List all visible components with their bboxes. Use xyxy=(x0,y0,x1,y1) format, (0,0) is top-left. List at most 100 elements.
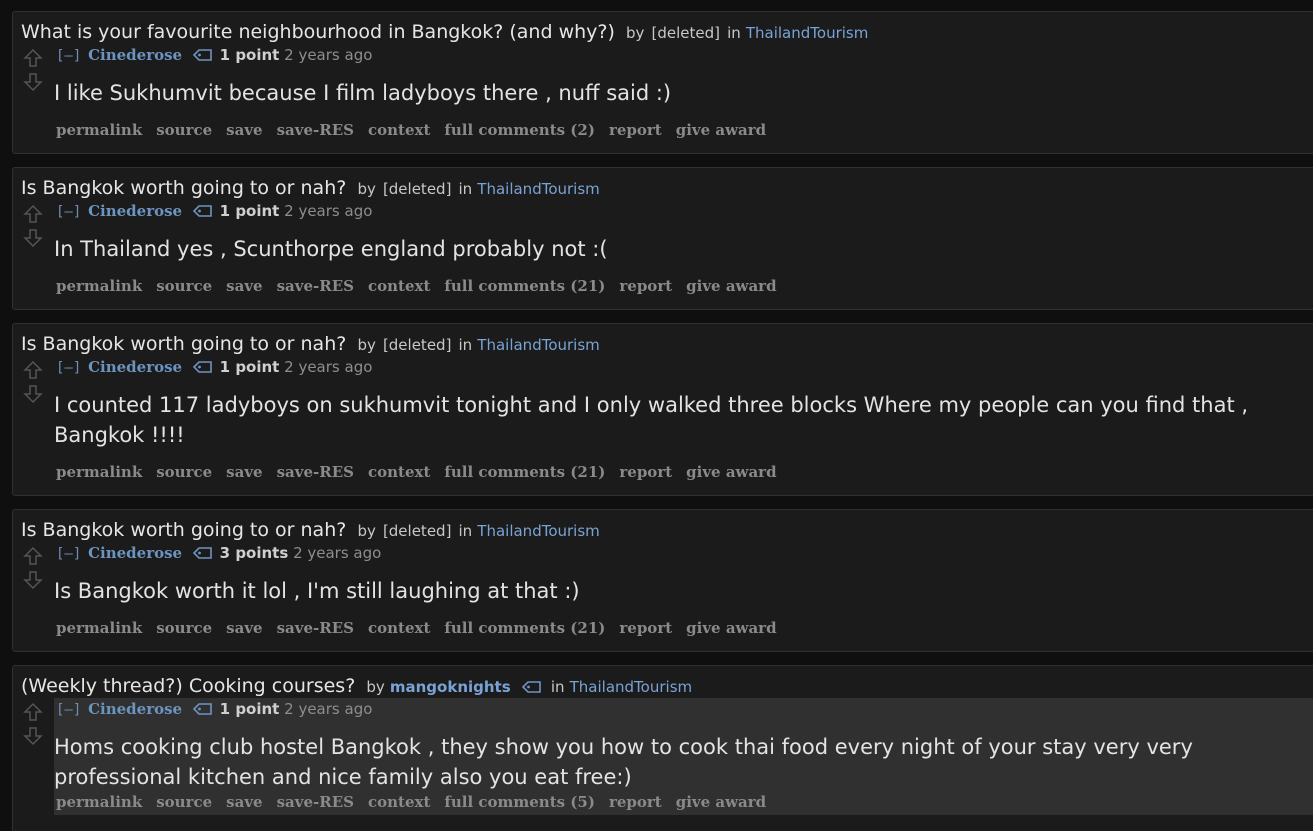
subreddit-link[interactable]: ThailandTourism xyxy=(746,24,868,42)
report-button[interactable]: report xyxy=(619,619,672,637)
comment-score: 1 point xyxy=(219,202,280,220)
thread-title-link[interactable]: (Weekly thread?) Cooking courses? xyxy=(21,675,355,697)
source-button[interactable]: source xyxy=(156,463,212,481)
in-label: in xyxy=(458,180,473,198)
save-res-button[interactable]: save-RES xyxy=(277,793,354,811)
source-button[interactable]: source xyxy=(156,277,212,295)
collapse-toggle[interactable]: [–] xyxy=(56,360,81,376)
comment: [–] Cinederose 3 points 2 years ago Is B… xyxy=(54,542,1313,651)
comment-entry: Is Bangkok worth going to or nah? by [de… xyxy=(12,323,1313,496)
comment-score: 1 point xyxy=(219,358,280,376)
save-button[interactable]: save xyxy=(226,277,262,295)
thread-op[interactable]: mangoknights xyxy=(390,678,511,696)
give-award-button[interactable]: give award xyxy=(676,121,766,139)
in-label: in xyxy=(550,678,565,696)
context-button[interactable]: context xyxy=(368,619,430,637)
collapse-toggle[interactable]: [–] xyxy=(56,48,81,64)
save-button[interactable]: save xyxy=(226,463,262,481)
full-comments-button[interactable]: full comments (21) xyxy=(444,619,605,637)
comment-entry: Is Bangkok worth going to or nah? by [de… xyxy=(12,167,1313,310)
thread-title-link[interactable]: What is your favourite neighbourhood in … xyxy=(21,21,615,43)
save-res-button[interactable]: save-RES xyxy=(277,277,354,295)
upvote-arrow-icon[interactable] xyxy=(23,204,43,224)
upvote-arrow-icon[interactable] xyxy=(23,48,43,68)
comment-author[interactable]: Cinederose xyxy=(88,46,182,64)
full-comments-button[interactable]: full comments (21) xyxy=(444,277,605,295)
comment-author[interactable]: Cinederose xyxy=(88,358,182,376)
permalink-button[interactable]: permalink xyxy=(56,793,142,811)
full-comments-button[interactable]: full comments (21) xyxy=(444,463,605,481)
subreddit-link[interactable]: ThailandTourism xyxy=(570,678,692,696)
comment-feed: What is your favourite neighbourhood in … xyxy=(0,0,1313,831)
comment-time: 2 years ago xyxy=(284,202,373,220)
tag-icon[interactable] xyxy=(521,680,542,694)
report-button[interactable]: report xyxy=(619,277,672,295)
context-button[interactable]: context xyxy=(368,121,430,139)
comment-tagline: [–] Cinederose 1 point 2 years ago xyxy=(56,700,372,718)
comment-entry: Is Bangkok worth going to or nah? by [de… xyxy=(12,509,1313,652)
thread-title-link[interactable]: Is Bangkok worth going to or nah? xyxy=(21,519,346,541)
comment-author[interactable]: Cinederose xyxy=(88,700,182,718)
save-button[interactable]: save xyxy=(226,619,262,637)
give-award-button[interactable]: give award xyxy=(686,619,776,637)
tag-icon[interactable] xyxy=(192,360,213,374)
save-button[interactable]: save xyxy=(226,793,262,811)
source-button[interactable]: source xyxy=(156,121,212,139)
thread-title-link[interactable]: Is Bangkok worth going to or nah? xyxy=(21,177,346,199)
upvote-arrow-icon[interactable] xyxy=(23,546,43,566)
give-award-button[interactable]: give award xyxy=(686,463,776,481)
save-res-button[interactable]: save-RES xyxy=(277,619,354,637)
permalink-button[interactable]: permalink xyxy=(56,463,142,481)
save-res-button[interactable]: save-RES xyxy=(277,121,354,139)
in-label: in xyxy=(458,336,473,354)
report-button[interactable]: report xyxy=(609,793,662,811)
downvote-arrow-icon[interactable] xyxy=(23,570,43,590)
permalink-button[interactable]: permalink xyxy=(56,121,142,139)
tag-icon[interactable] xyxy=(192,204,213,218)
report-button[interactable]: report xyxy=(619,463,672,481)
subreddit-link[interactable]: ThailandTourism xyxy=(477,336,599,354)
permalink-button[interactable]: permalink xyxy=(56,619,142,637)
tag-icon[interactable] xyxy=(192,546,213,560)
comment: [–] Cinederose 1 point 2 years ago In Th… xyxy=(54,200,1313,309)
collapse-toggle[interactable]: [–] xyxy=(56,702,81,718)
report-button[interactable]: report xyxy=(609,121,662,139)
comment-buttons: permalink source save save-RES context full c… xyxy=(56,120,780,139)
give-award-button[interactable]: give award xyxy=(676,793,766,811)
by-label: by xyxy=(357,522,376,540)
subreddit-link[interactable]: ThailandTourism xyxy=(477,522,599,540)
upvote-arrow-icon[interactable] xyxy=(23,702,43,722)
comment-tagline: [–] Cinederose 1 point 2 years ago xyxy=(56,46,372,64)
tag-icon[interactable] xyxy=(192,702,213,716)
upvote-arrow-icon[interactable] xyxy=(23,360,43,380)
source-button[interactable]: source xyxy=(156,619,212,637)
comment-body: I like Sukhumvit because I film ladyboys… xyxy=(54,81,672,105)
comment-author[interactable]: Cinederose xyxy=(88,202,182,220)
comment-score: 1 point xyxy=(219,700,280,718)
collapse-toggle[interactable]: [–] xyxy=(56,204,81,220)
thread-title-link[interactable]: Is Bangkok worth going to or nah? xyxy=(21,333,346,355)
save-button[interactable]: save xyxy=(226,121,262,139)
give-award-button[interactable]: give award xyxy=(686,277,776,295)
thread-op: [deleted] xyxy=(382,180,452,198)
comment-author[interactable]: Cinederose xyxy=(88,544,182,562)
context-button[interactable]: context xyxy=(368,793,430,811)
save-res-button[interactable]: save-RES xyxy=(277,463,354,481)
subreddit-link[interactable]: ThailandTourism xyxy=(477,180,599,198)
comment-entry: (Weekly thread?) Cooking courses? by man… xyxy=(12,665,1313,831)
source-button[interactable]: source xyxy=(156,793,212,811)
downvote-arrow-icon[interactable] xyxy=(23,72,43,92)
context-button[interactable]: context xyxy=(368,277,430,295)
comment-entry: What is your favourite neighbourhood in … xyxy=(12,11,1313,154)
collapse-toggle[interactable]: [–] xyxy=(56,546,81,562)
full-comments-button[interactable]: full comments (5) xyxy=(444,793,595,811)
downvote-arrow-icon[interactable] xyxy=(23,228,43,248)
permalink-button[interactable]: permalink xyxy=(56,277,142,295)
tag-icon[interactable] xyxy=(192,48,213,62)
full-comments-button[interactable]: full comments (2) xyxy=(444,121,595,139)
context-button[interactable]: context xyxy=(368,463,430,481)
downvote-arrow-icon[interactable] xyxy=(23,384,43,404)
comment: [–] Cinederose 1 point 2 years ago I cou… xyxy=(54,356,1313,495)
in-label: in xyxy=(727,24,741,42)
downvote-arrow-icon[interactable] xyxy=(23,726,43,746)
